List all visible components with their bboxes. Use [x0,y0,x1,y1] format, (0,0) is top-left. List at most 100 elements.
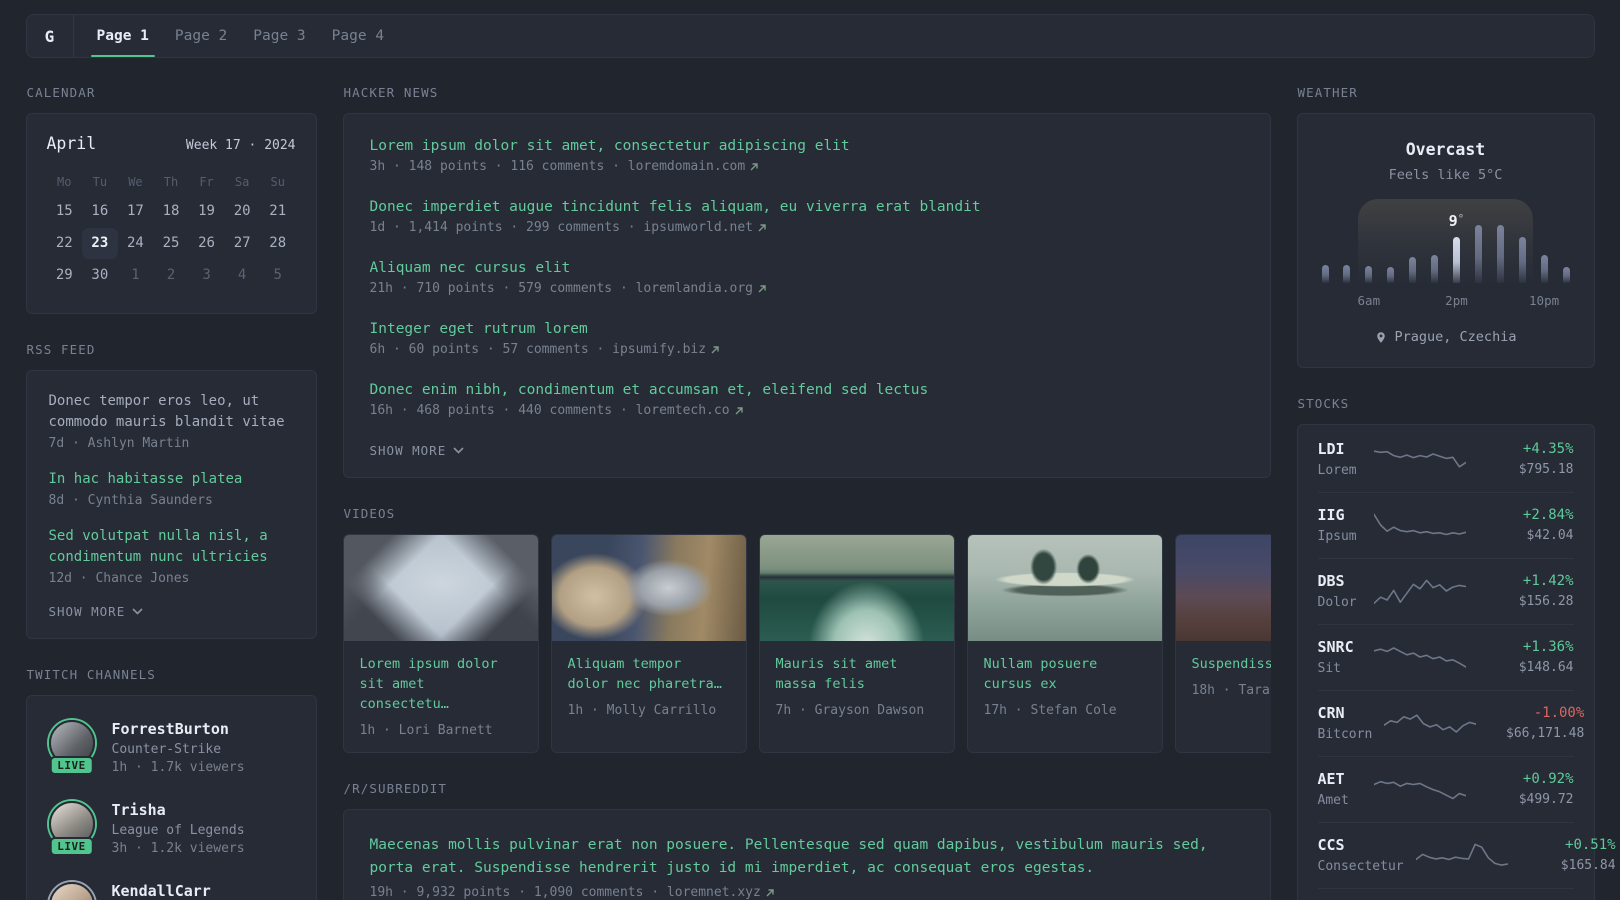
hacker-news-item-title[interactable]: Donec imperdiet augue tincidunt felis al… [370,199,981,215]
stock-price: $156.28 [1518,594,1574,609]
twitch-channel-row[interactable]: KendallCarr [48,882,294,900]
weather-bar [1540,255,1548,283]
stock-row[interactable]: DBS Dolor +1.42% $156.28 [1317,558,1574,624]
calendar-day[interactable]: 15 [47,196,83,227]
stock-row[interactable]: IIG Ipsum +2.84% $42.04 [1317,492,1574,558]
twitch-channel-row[interactable]: LIVE ForrestBurton Counter-Strike 1h · 1… [48,720,294,775]
page-tab[interactable]: Page 1 [84,15,162,57]
weather-bar [1365,266,1373,283]
hacker-news-show-more-button[interactable]: SHOW MORE [370,443,465,458]
stock-row[interactable]: CRN Bitcorn -1.00% $66,171.48 [1317,690,1584,756]
stock-ticker: AET [1317,770,1345,788]
stock-row[interactable]: AET Amet +0.92% $499.72 [1317,756,1574,822]
video-title[interactable]: Mauris sit amet massa felis [776,654,938,694]
hacker-news-item-meta: 3h · 148 points · 116 comments · loremdo… [370,159,1244,174]
calendar-day[interactable]: 2 [153,260,189,291]
calendar-day[interactable]: 27 [224,228,260,259]
twitch-channel-meta: 1h · 1.7k viewers [111,760,245,775]
stock-sparkline [1415,843,1508,866]
stock-change: +2.84% [1522,507,1574,523]
calendar-day[interactable]: 19 [189,196,225,227]
video-title[interactable]: Nullam posuere cursus ex [984,654,1146,694]
page-tab[interactable]: Page 2 [162,15,240,57]
video-card[interactable]: Aliquam tempor dolor nec pharetra… 1h · … [550,534,747,753]
calendar-day[interactable]: 5 [260,260,296,291]
stock-name: Consectetur [1317,859,1404,874]
calendar-weekday-label: Mo [57,175,72,189]
video-thumbnail[interactable] [967,535,1162,641]
weather-bar [1409,257,1417,283]
calendar-day[interactable]: 3 [189,260,225,291]
stock-ticker: DBS [1317,572,1345,590]
video-thumbnail[interactable] [1175,535,1271,641]
video-thumbnail[interactable] [551,535,746,641]
video-title[interactable]: Aliquam tempor dolor nec pharetra… [568,654,730,694]
rss-item-title[interactable]: Sed volutpat nulla nisl, a condimentum n… [49,526,294,568]
stock-name: Ipsum [1317,529,1357,544]
rss-item-title[interactable]: In hac habitasse platea [49,469,243,490]
stock-row[interactable]: CCS Consectetur +0.51% $165.84 [1317,822,1616,888]
video-card[interactable]: Lorem ipsum dolor sit amet consectetu… 1… [342,534,539,753]
stock-values: +4.35% $795.18 [1478,441,1574,477]
hacker-news-item: Donec enim nibh, condimentum et accumsan… [370,382,1244,418]
stock-row[interactable]: SNRC Sit +1.36% $148.64 [1317,624,1574,690]
subreddit-post-title[interactable]: Maecenas mollis pulvinar erat non posuer… [370,834,1244,880]
page-tab[interactable]: Page 4 [319,15,397,57]
calendar-day[interactable]: 1 [118,260,154,291]
rss-item-title[interactable]: Donec tempor eros leo, ut commodo mauris… [49,391,294,433]
twitch-channel-row[interactable]: LIVE Trisha League of Legends 3h · 1.2k … [48,801,294,856]
page-tabs: Page 1 Page 2 Page 3 Page 4 [74,15,398,57]
twitch-channel-name: Trisha [111,801,166,819]
page-tab[interactable]: Page 3 [240,15,318,57]
hacker-news-item-meta: 16h · 468 points · 440 comments · loremt… [370,403,1244,418]
video-title[interactable]: Suspendisse diam [1192,654,1271,674]
hacker-news-item-title[interactable]: Donec enim nibh, condimentum et accumsan… [370,382,929,398]
page-tab-label: Page 2 [174,28,228,44]
calendar-day[interactable]: 16 [82,196,118,227]
weather-time-labels: 6am 2pm 10pm [1322,293,1570,309]
stock-row[interactable]: LDI Lorem +4.35% $795.18 [1318,427,1574,492]
hacker-news-item-title[interactable]: Integer eget rutrum lorem [370,321,588,337]
calendar-day[interactable]: 30 [82,260,118,291]
twitch-channel-info: Trisha League of Legends 3h · 1.2k viewe… [112,801,245,856]
calendar-day[interactable]: 22 [47,228,83,259]
video-thumbnail[interactable] [759,535,954,641]
hacker-news-item-title[interactable]: Aliquam nec cursus elit [370,260,571,276]
calendar-day[interactable]: 25 [153,228,189,259]
hacker-news-item-title[interactable]: Lorem ipsum dolor sit amet, consectetur … [370,138,850,154]
twitch-channel-meta: 3h · 1.2k viewers [111,841,245,856]
calendar-weekday-label: Th [163,175,179,189]
calendar-day[interactable]: 21 [260,196,296,227]
external-link-icon [711,345,719,353]
weather-bar [1518,237,1526,283]
calendar-day[interactable]: 26 [189,228,225,259]
calendar-day[interactable]: 18 [153,196,189,227]
video-thumbnail[interactable] [343,535,538,641]
video-card[interactable]: Nullam posuere cursus ex 17h · Stefan Co… [966,534,1163,753]
hacker-news-item: Aliquam nec cursus elit 21h · 710 points… [370,260,1244,296]
calendar-day[interactable]: 4 [224,260,260,291]
weather-bar [1321,265,1329,283]
stock-change: +4.35% [1522,441,1574,457]
calendar-day[interactable]: 29 [47,260,83,291]
calendar-day[interactable]: 17 [118,196,154,227]
calendar-day[interactable]: 28 [260,228,296,259]
calendar-day[interactable]: 24 [118,228,154,259]
calendar-day[interactable]: 20 [224,196,260,227]
location-pin-icon [1376,331,1385,343]
stock-row[interactable]: AHS +0.46% [1317,888,1574,900]
stock-change: -1.00% [1533,705,1585,721]
hacker-news-item: Integer eget rutrum lorem 6h · 60 points… [370,321,1244,357]
video-card[interactable]: Mauris sit amet massa felis 7h · Grayson… [758,534,955,753]
weather-card: Overcast Feels like 5°C 9° 6am 2pm 10pm Pr… [1296,113,1595,368]
page-tab-label: Page 1 [96,28,149,44]
left-column: CALENDAR April Week 17 · 2024 Mo Tu We Th Fr… [25,85,317,900]
calendar-day[interactable]: 23 [82,228,118,259]
video-title[interactable]: Lorem ipsum dolor sit amet consectetu… [360,654,522,714]
stocks-list: LDI Lorem +4.35% $795.18 IIG Ipsum +2.84… [1317,427,1616,900]
external-link-icon [735,406,743,414]
rss-show-more-button[interactable]: SHOW MORE [49,604,144,619]
video-card[interactable]: Suspendisse diam 18h · Tara [1174,534,1271,753]
live-badge: LIVE [49,756,94,775]
video-meta: 18h · Tara [1191,683,1270,698]
